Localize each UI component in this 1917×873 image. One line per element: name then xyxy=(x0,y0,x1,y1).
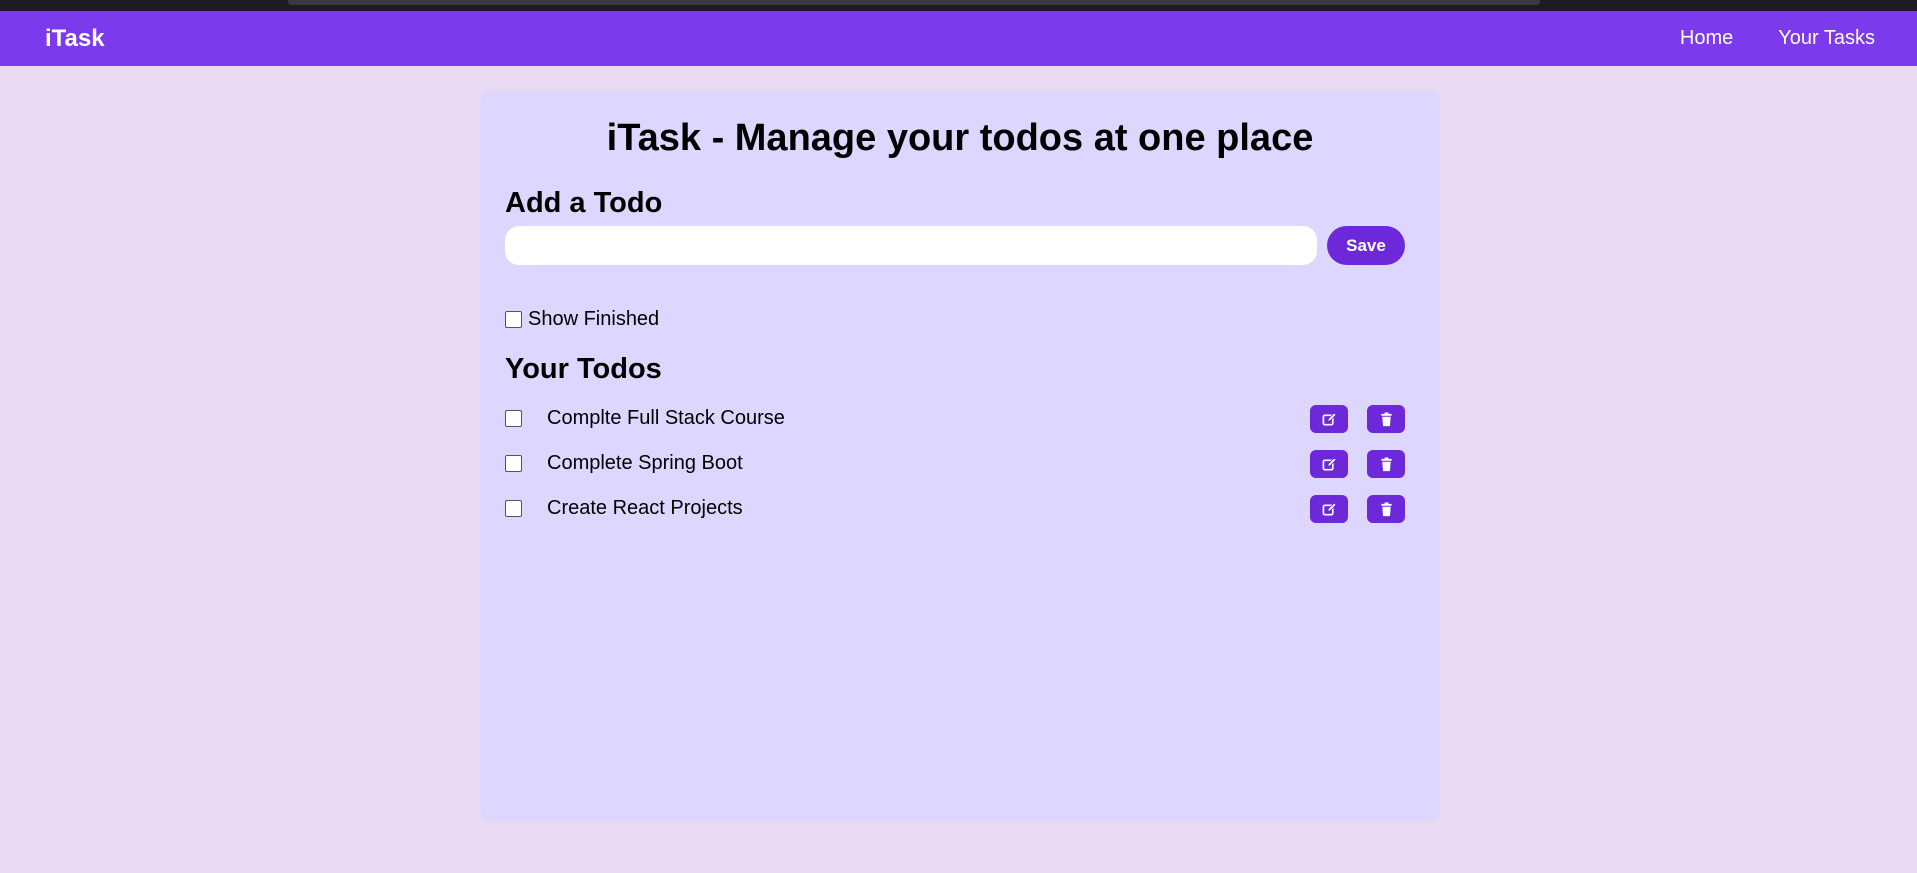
todo-text: Complete Spring Boot xyxy=(547,452,743,474)
show-finished-label: Show Finished xyxy=(528,308,660,330)
nav-link-home[interactable]: Home xyxy=(1680,27,1733,50)
todo-text: Complte Full Stack Course xyxy=(547,407,785,429)
trash-icon xyxy=(1380,456,1392,471)
edit-icon xyxy=(1322,456,1337,470)
browser-top-strip xyxy=(0,0,1917,11)
edit-icon xyxy=(1322,411,1337,425)
nav-link-your-tasks[interactable]: Your Tasks xyxy=(1778,27,1875,50)
edit-button[interactable] xyxy=(1310,450,1348,478)
todo-item: Create React Projects xyxy=(480,495,1440,525)
todo-checkbox[interactable] xyxy=(505,410,522,427)
todo-item: Complete Spring Boot xyxy=(480,450,1440,480)
todo-card: iTask - Manage your todos at one place A… xyxy=(480,91,1440,821)
todo-input[interactable] xyxy=(505,226,1317,265)
app-logo[interactable]: iTask xyxy=(45,25,105,53)
trash-icon xyxy=(1380,501,1392,516)
scrollbar[interactable] xyxy=(288,0,1540,5)
edit-icon xyxy=(1322,501,1337,515)
show-finished-checkbox[interactable] xyxy=(505,311,522,328)
add-todo-heading: Add a Todo xyxy=(505,187,663,219)
todo-item: Complte Full Stack Course xyxy=(480,405,1440,435)
nav-links: Home Your Tasks xyxy=(1635,27,1875,50)
save-button[interactable]: Save xyxy=(1327,226,1405,265)
todo-text: Create React Projects xyxy=(547,497,743,519)
edit-button[interactable] xyxy=(1310,405,1348,433)
page-title: iTask - Manage your todos at one place xyxy=(606,117,1314,159)
delete-button[interactable] xyxy=(1367,495,1405,523)
navbar: iTask Home Your Tasks xyxy=(0,11,1917,66)
trash-icon xyxy=(1380,411,1392,426)
edit-button[interactable] xyxy=(1310,495,1348,523)
todo-checkbox[interactable] xyxy=(505,500,522,517)
todo-checkbox[interactable] xyxy=(505,455,522,472)
delete-button[interactable] xyxy=(1367,405,1405,433)
your-todos-heading: Your Todos xyxy=(505,353,662,385)
delete-button[interactable] xyxy=(1367,450,1405,478)
